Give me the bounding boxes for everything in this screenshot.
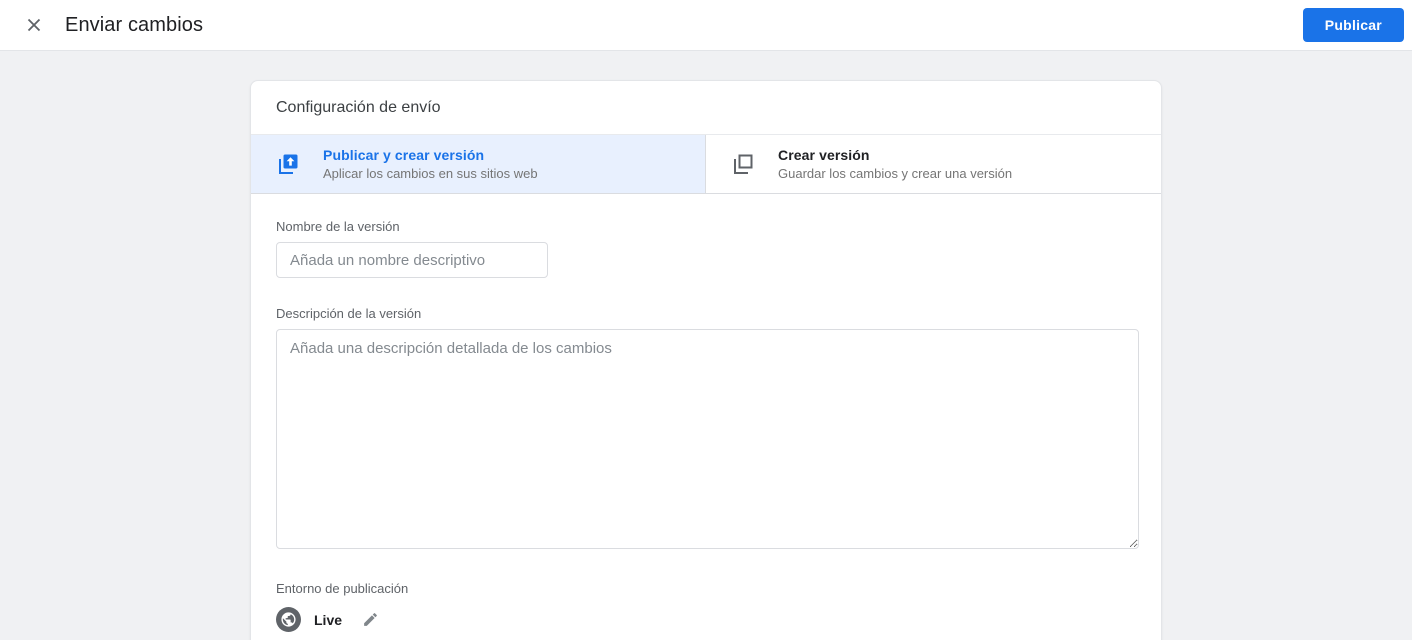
environment-row: Live	[276, 607, 1136, 632]
tab-title: Publicar y crear versión	[323, 147, 485, 163]
close-icon	[23, 14, 45, 36]
version-description-label: Descripción de la versión	[276, 306, 422, 321]
environment-label: Entorno de publicación	[276, 581, 409, 596]
card-header: Configuración de envío	[251, 81, 1161, 135]
tab-text-block: Crear versión Guardar los cambios y crea…	[778, 147, 1012, 181]
environment-avatar	[276, 607, 301, 632]
page-title: Enviar cambios	[65, 13, 204, 36]
top-bar: Enviar cambios Publicar	[0, 0, 1412, 51]
tab-text-block: Publicar y crear versión Aplicar los cam…	[323, 147, 538, 181]
tab-subtitle: Aplicar los cambios en sus sitios web	[323, 166, 538, 181]
tab-publish-and-create-version[interactable]: Publicar y crear versión Aplicar los cam…	[251, 135, 706, 193]
close-button[interactable]	[16, 7, 52, 43]
copy-pages-icon	[731, 152, 755, 176]
version-description-textarea[interactable]	[276, 329, 1139, 549]
submission-type-tabs: Publicar y crear versión Aplicar los cam…	[251, 135, 1161, 194]
version-name-input[interactable]	[276, 242, 548, 278]
card-body: Nombre de la versión Descripción de la v…	[251, 194, 1161, 640]
card-title: Configuración de envío	[276, 98, 441, 116]
environment-name: Live	[314, 611, 343, 628]
pencil-icon	[362, 611, 379, 628]
environment-edit-button[interactable]	[362, 611, 379, 628]
globe-icon	[280, 611, 297, 628]
environment-group: Entorno de publicación Live	[276, 581, 1136, 632]
submission-config-card: Configuración de envío Publicar y crear …	[250, 80, 1162, 640]
publish-button[interactable]: Publicar	[1302, 8, 1404, 42]
tab-subtitle: Guardar los cambios y crear una versión	[778, 166, 1013, 181]
version-name-label: Nombre de la versión	[276, 219, 400, 234]
version-name-group: Nombre de la versión	[276, 219, 1136, 278]
tab-create-version[interactable]: Crear versión Guardar los cambios y crea…	[706, 135, 1161, 193]
version-description-group: Descripción de la versión	[276, 306, 1139, 554]
publish-upload-icon	[276, 152, 300, 176]
tab-title: Crear versión	[778, 147, 870, 163]
